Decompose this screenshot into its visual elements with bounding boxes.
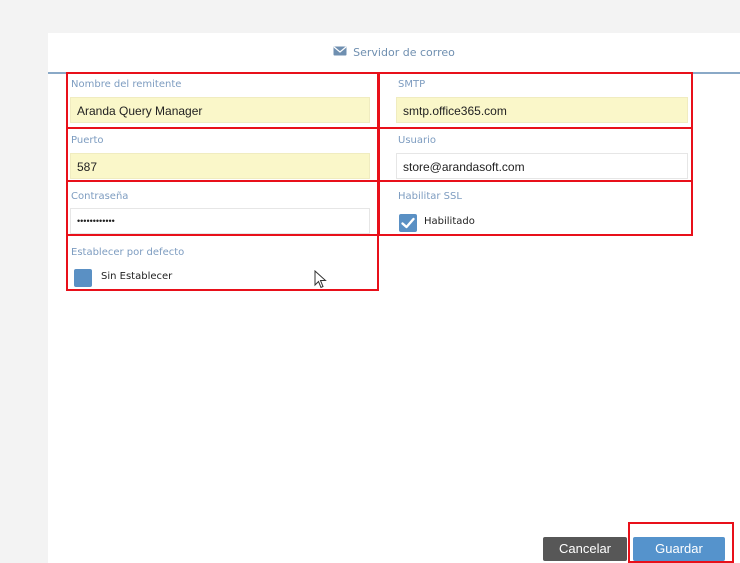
dialog-header: Servidor de correo [48, 38, 740, 72]
dialog-title: Servidor de correo [353, 46, 455, 59]
highlight-box-default [66, 234, 379, 291]
highlight-box-save [628, 522, 734, 563]
highlight-box-user [378, 127, 693, 182]
cursor-icon [314, 269, 328, 294]
mail-icon [333, 38, 347, 68]
highlight-box-smtp [378, 72, 693, 129]
highlight-box-ssl [378, 180, 693, 236]
highlight-box-sender [66, 72, 379, 129]
cancel-button[interactable]: Cancelar [543, 537, 627, 561]
highlight-box-password [66, 180, 379, 236]
highlight-box-port [66, 127, 379, 182]
